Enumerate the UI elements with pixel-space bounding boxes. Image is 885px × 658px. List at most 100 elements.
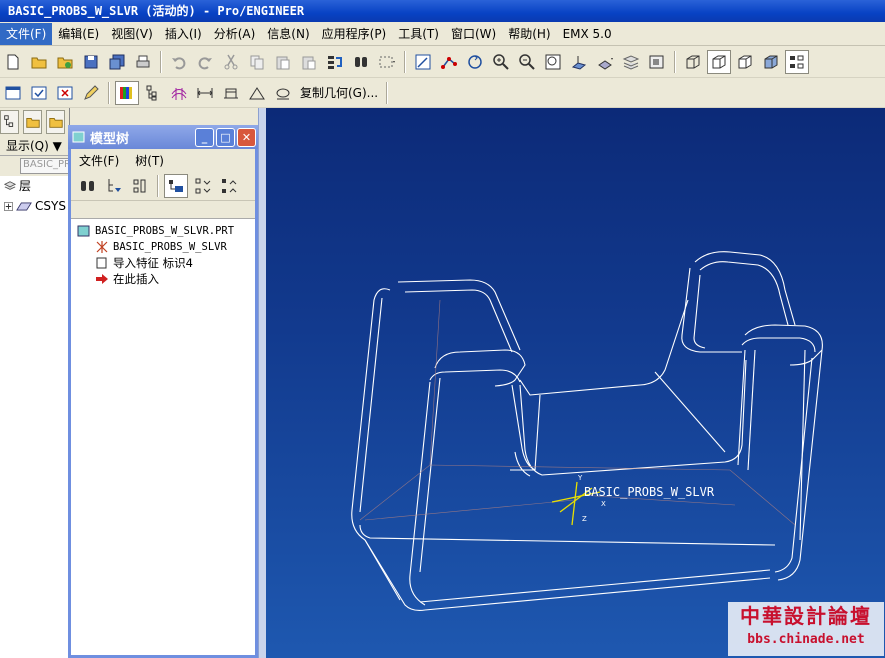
measure-distance-icon[interactable] <box>193 81 217 105</box>
edit-definition-icon[interactable] <box>79 81 103 105</box>
menu-edit[interactable]: 编辑(E) <box>52 23 105 45</box>
tree-item-import-feature[interactable]: 导入特征 标识4 <box>71 255 255 271</box>
layers-icon[interactable] <box>619 50 643 74</box>
model-tree-menu-tree[interactable]: 树(T) <box>127 152 172 169</box>
hidden-line-icon[interactable] <box>707 49 731 74</box>
menu-tools[interactable]: 工具(T) <box>392 23 445 45</box>
graphics-viewport[interactable]: BASIC_PROBS_W_SLVR X Y Z 中華設計論壇 bbs.chin… <box>266 108 885 658</box>
toolbar-separator <box>404 50 406 73</box>
paste-special-icon[interactable] <box>297 50 321 74</box>
menu-window[interactable]: 窗口(W) <box>445 23 502 45</box>
refit-icon[interactable] <box>541 50 565 74</box>
layer-filter-input[interactable]: BASIC_PR <box>20 158 69 174</box>
expand-all-icon[interactable] <box>190 174 214 198</box>
display-dropdown[interactable]: 显示(Q) ▼ <box>0 136 69 156</box>
menu-insert[interactable]: 插入(I) <box>159 23 208 45</box>
part-icon <box>77 225 90 237</box>
minimize-button[interactable]: _ <box>195 127 214 147</box>
tree-item-label: 导入特征 标识4 <box>113 256 193 270</box>
shading-icon[interactable] <box>759 50 783 74</box>
tree-item-insert-here[interactable]: 在此插入 <box>71 271 255 287</box>
menu-analysis[interactable]: 分析(A) <box>208 23 262 45</box>
redo-icon[interactable] <box>193 50 217 74</box>
model-tree-icon <box>72 131 85 143</box>
view-manager-icon[interactable] <box>645 50 669 74</box>
selection-box-icon[interactable] <box>375 50 399 74</box>
maximize-button[interactable]: □ <box>216 127 235 147</box>
tree-columns-icon[interactable] <box>128 174 152 198</box>
copy-icon[interactable] <box>245 50 269 74</box>
model-tree-menu-file[interactable]: 文件(F) <box>71 152 127 169</box>
csys-label: BASIC_PROBS_W_SLVR <box>584 485 715 499</box>
menu-emx[interactable]: EMX 5.0 <box>557 23 618 45</box>
save-copy-icon[interactable] <box>105 50 129 74</box>
measure-area-icon[interactable] <box>219 81 243 105</box>
tree-filter-icon[interactable] <box>102 174 126 198</box>
layer-label: 层 <box>19 179 32 193</box>
mass-properties-icon[interactable] <box>271 81 295 105</box>
zoom-out-icon[interactable] <box>515 50 539 74</box>
regenerate-icon[interactable] <box>323 50 347 74</box>
new-file-icon[interactable] <box>1 50 25 74</box>
copy-geometry-button[interactable]: 复制几何(G)... <box>296 84 382 101</box>
open-folder-icon[interactable] <box>27 50 51 74</box>
save-icon[interactable] <box>79 50 103 74</box>
close-window-icon[interactable] <box>53 81 77 105</box>
model-tree-titlebar[interactable]: 模型树 _ □ ✕ <box>68 125 258 149</box>
navigator-tabs <box>0 108 69 136</box>
panel-splitter[interactable] <box>258 108 266 658</box>
import-feature-icon <box>96 257 107 269</box>
part-wireframe: BASIC_PROBS_W_SLVR X Y Z <box>351 251 823 611</box>
secondary-toolbar: 复制几何(G)... <box>0 78 885 108</box>
collapse-all-icon[interactable] <box>216 174 240 198</box>
repaint-icon[interactable] <box>463 50 487 74</box>
datum-display-icon[interactable] <box>785 49 809 74</box>
window-tile-icon[interactable] <box>1 81 25 105</box>
show-tree-icon[interactable] <box>164 173 188 198</box>
tab-favorites[interactable] <box>46 110 65 134</box>
open-session-icon[interactable] <box>53 50 77 74</box>
menu-help[interactable]: 帮助(H) <box>502 23 556 45</box>
menu-info[interactable]: 信息(N) <box>261 23 315 45</box>
reorient-icon[interactable] <box>567 50 591 74</box>
mesh-surface-icon[interactable] <box>167 81 191 105</box>
csys-label: CSYS <box>35 199 66 213</box>
tab-model-tree[interactable] <box>0 110 19 134</box>
find-icon[interactable] <box>349 50 373 74</box>
model-tree-list: BASIC_PROBS_W_SLVR.PRT BASIC_PROBS_W_SLV… <box>71 219 255 287</box>
navigator-panel: 显示(Q) ▼ BASIC_PR 层 CSYS <box>0 108 70 658</box>
layer-csys[interactable]: CSYS <box>0 196 69 216</box>
tree-item-label: BASIC_PROBS_W_SLVR <box>113 241 227 253</box>
menu-applications[interactable]: 应用程序(P) <box>316 23 393 45</box>
paste-icon[interactable] <box>271 50 295 74</box>
axis-x-label: X <box>601 500 606 508</box>
layer-tree-root[interactable]: 层 <box>0 176 69 196</box>
tab-folder-browser[interactable] <box>23 110 42 134</box>
toolbar-separator <box>160 50 162 73</box>
no-hidden-icon[interactable] <box>733 50 757 74</box>
tree-item-label: BASIC_PROBS_W_SLVR.PRT <box>95 225 235 237</box>
wireframe-icon[interactable] <box>681 50 705 74</box>
find-icon[interactable] <box>76 174 100 198</box>
cut-icon[interactable] <box>219 50 243 74</box>
model-tree-toolbar <box>71 171 255 201</box>
menu-view[interactable]: 视图(V) <box>105 23 159 45</box>
sketch-icon[interactable] <box>411 50 435 74</box>
measure-angle-icon[interactable] <box>245 81 269 105</box>
csys-icon <box>96 241 108 253</box>
activate-window-icon[interactable] <box>27 81 51 105</box>
color-appearance-icon[interactable] <box>115 80 139 105</box>
tree-item-part[interactable]: BASIC_PROBS_W_SLVR.PRT <box>71 223 255 239</box>
tree-item-csys[interactable]: BASIC_PROBS_W_SLVR <box>71 239 255 255</box>
undo-icon[interactable] <box>167 50 191 74</box>
toolbar-separator <box>386 81 389 104</box>
menu-file[interactable]: 文件(F) <box>0 22 53 45</box>
zoom-in-icon[interactable] <box>489 50 513 74</box>
saved-views-icon[interactable] <box>593 50 617 74</box>
close-button[interactable]: ✕ <box>237 127 256 147</box>
expand-plus-icon[interactable] <box>4 201 13 211</box>
model-tree-toggle-icon[interactable] <box>141 81 165 105</box>
print-icon[interactable] <box>131 50 155 74</box>
datum-point-icon[interactable] <box>437 50 461 74</box>
watermark: 中華設計論壇 bbs.chinade.net <box>728 602 884 656</box>
